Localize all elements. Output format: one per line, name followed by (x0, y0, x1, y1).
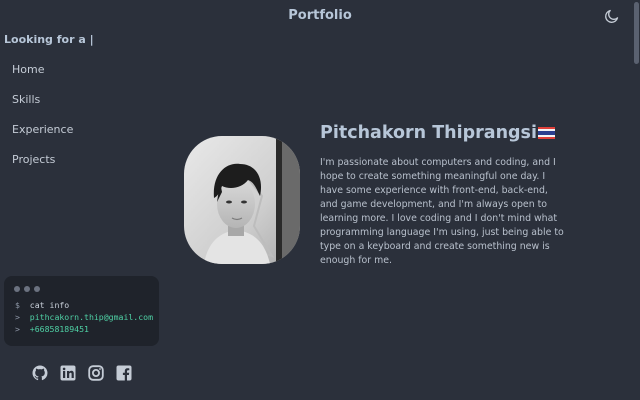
facebook-icon[interactable] (116, 365, 132, 381)
thailand-flag-icon (537, 124, 555, 139)
nav-item-home[interactable]: Home (12, 63, 44, 76)
header: Portfolio (0, 0, 640, 32)
email-link[interactable]: pithcakorn.thip@gmail.com (30, 312, 153, 322)
nav-item-experience[interactable]: Experience (12, 123, 73, 136)
window-dot (34, 286, 40, 292)
typing-text: Looking for a | (4, 33, 94, 46)
window-dot (24, 286, 30, 292)
linkedin-icon[interactable] (60, 365, 76, 381)
profile-bio: I'm passionate about computers and codin… (320, 157, 564, 266)
avatar (184, 136, 300, 264)
moon-icon[interactable] (604, 8, 620, 24)
window-dots (14, 286, 40, 292)
github-icon[interactable] (32, 365, 48, 381)
arrow-symbol: > (15, 312, 20, 322)
nav-item-projects[interactable]: Projects (12, 153, 55, 166)
social-links (32, 365, 132, 381)
nav-item-skills[interactable]: Skills (12, 93, 40, 106)
terminal-command: cat info (29, 300, 70, 310)
terminal-card: $ cat info > pithcakorn.thip@gmail.com >… (4, 276, 159, 346)
terminal-command-line: $ cat info (15, 300, 69, 310)
arrow-symbol: > (15, 324, 20, 334)
terminal-email-line: > pithcakorn.thip@gmail.com (15, 312, 153, 322)
terminal-phone-line: > +66858189451 (15, 324, 89, 334)
profile-name: Pitchakorn Thiprangsi (320, 123, 555, 143)
page-title: Portfolio (288, 8, 352, 23)
prompt-symbol: $ (15, 300, 20, 310)
scrollbar[interactable] (634, 2, 639, 64)
phone-link[interactable]: +66858189451 (30, 324, 89, 334)
profile-name-text: Pitchakorn Thiprangsi (320, 123, 537, 143)
sidebar: Looking for a | Home Skills Experience P… (0, 32, 170, 400)
window-dot (14, 286, 20, 292)
instagram-icon[interactable] (88, 365, 104, 381)
